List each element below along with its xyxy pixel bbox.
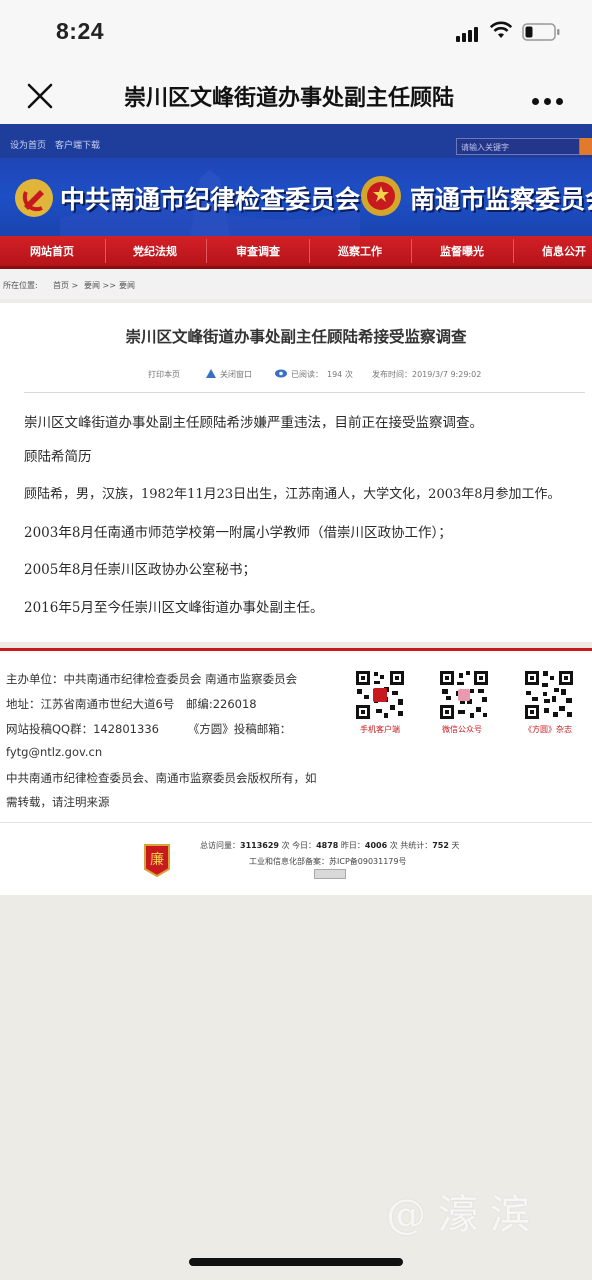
footer-copyright: 中共南通市纪律检查委员会、南通市监察委员会版权所有，如: [6, 771, 317, 785]
publish-time: 发布时间：2019/3/7 9:29:02: [372, 370, 482, 379]
qr-code-icon[interactable]: [438, 669, 490, 721]
more-dot-icon: [532, 98, 539, 105]
menu-item-investigation[interactable]: 审查调查: [236, 243, 280, 259]
search-button[interactable]: [580, 138, 592, 155]
read-count: 194 次: [327, 370, 353, 379]
qr-label-mobile: 手机客户端: [360, 725, 400, 734]
footer-contact: 网站投稿QQ群：142801336 《方圆》投稿邮箱：: [6, 722, 292, 736]
web-content: 设为首页 客户端下载 请输入关键字 中共南通市纪律检查委员会 南通市监察委员会 …: [0, 124, 592, 642]
menu-item-exposure[interactable]: 监督曝光: [440, 243, 484, 259]
breadcrumb-category-link[interactable]: 要闻 >>: [84, 280, 116, 291]
site-footer: 主办单位：中共南通市纪律检查委员会 南通市监察委员会 地址：江苏省南通市世纪大道…: [0, 648, 592, 825]
close-icon: [27, 83, 53, 109]
footer-email[interactable]: fytg@ntlz.gov.cn: [6, 745, 102, 759]
banner-title-right: 南通市监察委员会: [410, 185, 592, 214]
more-options-button[interactable]: [532, 90, 572, 105]
set-homepage-link[interactable]: 设为首页: [10, 138, 46, 151]
status-bar: 8:24: [0, 0, 592, 66]
article-title: 崇川区文峰街道办事处副主任顾陆希接受监察调查: [125, 328, 467, 346]
site-stats-footer: 廉 总访问量：3113629 次 今日：4878 昨日：4006 次 共统计：7…: [0, 822, 592, 895]
cellular-signal-icon: [456, 23, 480, 42]
breadcrumb-label: 所在位置:: [3, 281, 38, 290]
top-links-bar: 设为首页 客户端下载 请输入关键字: [0, 124, 592, 158]
footer-address: 地址：江苏省南通市世纪大道6号 邮编:226018: [6, 697, 257, 711]
national-emblem-icon: [361, 176, 401, 216]
read-count-label: 已阅读：: [291, 370, 323, 379]
qr-code-icon[interactable]: [523, 669, 575, 721]
menu-separator: [309, 239, 310, 263]
banner-title-left: 中共南通市纪律检查委员会: [60, 185, 361, 214]
article-paragraph: 2005年8月任崇川区政协办公室秘书；: [24, 562, 256, 578]
eye-icon: [275, 369, 287, 378]
qr-label-wechat: 微信公众号: [442, 725, 482, 734]
article-paragraph: 2016年5月至今任崇川区文峰街道办事处副主任。: [24, 600, 324, 616]
menu-separator: [513, 239, 514, 263]
cnzz-badge-icon[interactable]: [314, 869, 346, 879]
watermark: @濠滨: [386, 1192, 542, 1238]
svg-text:廉: 廉: [150, 851, 164, 868]
party-emblem-icon: [15, 179, 53, 217]
article: 崇川区文峰街道办事处副主任顾陆希接受监察调查 打印本页 关闭窗口 已阅读： 19…: [0, 303, 592, 642]
article-paragraph: 2003年8月任南通市师范学校第一附属小学教师（借崇川区政协工作）；: [24, 525, 452, 541]
footer-sponsor: 主办单位：中共南通市纪律检查委员会 南通市监察委员会: [6, 672, 298, 686]
icp-record-link[interactable]: 工业和信息化部备案：苏ICP备09031179号: [249, 856, 407, 867]
breadcrumb-home-link[interactable]: 首页 >: [53, 280, 78, 291]
menu-separator: [105, 239, 106, 263]
menu-separator: [206, 239, 207, 263]
client-download-link[interactable]: 客户端下载: [55, 138, 100, 151]
article-paragraph: 崇川区文峰街道办事处副主任顾陆希涉嫌严重违法，目前正在接受监察调查。: [24, 415, 483, 431]
more-dot-icon: [556, 98, 563, 105]
menu-item-disclosure[interactable]: 信息公开: [542, 243, 586, 259]
close-window-link[interactable]: 关闭窗口: [220, 369, 252, 380]
site-banner: 中共南通市纪律检查委员会 南通市监察委员会: [0, 158, 592, 236]
breadcrumb: 所在位置: 首页 > 要闻 >> 要闻: [0, 269, 592, 299]
close-window-icon: [206, 369, 216, 378]
browser-nav-bar: 崇川区文峰街道办事处副主任顾陆: [0, 66, 592, 124]
breadcrumb-current: 要闻: [119, 281, 135, 290]
menu-item-home[interactable]: 网站首页: [30, 243, 74, 259]
battery-icon: [522, 22, 562, 46]
menu-item-regulations[interactable]: 党纪法规: [133, 243, 177, 259]
footer-copyright-2: 需转载，请注明来源: [6, 795, 110, 809]
home-indicator[interactable]: [189, 1258, 403, 1266]
page-title: 崇川区文峰街道办事处副主任顾陆: [124, 86, 455, 110]
clock: 8:24: [56, 18, 105, 44]
qr-label-magazine: 《方圆》杂志: [524, 725, 572, 734]
close-button[interactable]: [24, 80, 56, 112]
main-menu: 网站首页 党纪法规 审查调查 巡察工作 监督曝光 信息公开: [0, 236, 592, 269]
menu-item-inspection[interactable]: 巡察工作: [338, 243, 382, 259]
article-paragraph: 顾陆希，男，汉族，1982年11月23日出生，江苏南通人，大学文化，2003年8…: [24, 487, 561, 502]
qr-code-icon[interactable]: [354, 669, 406, 721]
menu-separator: [411, 239, 412, 263]
site-logo-icon: 廉: [144, 844, 170, 877]
search-input[interactable]: 请输入关键字: [456, 138, 580, 155]
article-paragraph: 顾陆希简历: [24, 449, 92, 465]
print-page-link[interactable]: 打印本页: [148, 369, 180, 380]
visit-stats: 总访问量：3113629 次 今日：4878 昨日：4006 次 共统计：752…: [200, 841, 460, 850]
wifi-icon: [489, 21, 513, 43]
divider: [24, 392, 585, 393]
more-dot-icon: [544, 98, 551, 105]
